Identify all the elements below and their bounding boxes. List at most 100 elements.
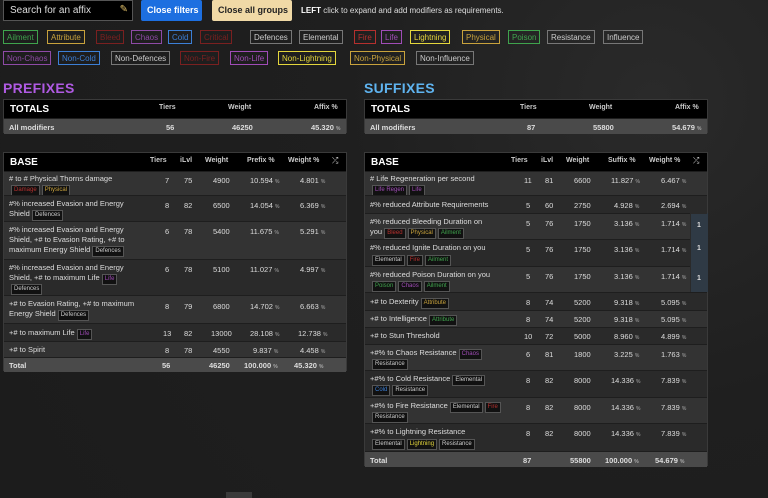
filter-cold[interactable]: Cold — [168, 30, 193, 44]
table-row[interactable]: #% increased Evasion and Energy Shield D… — [4, 195, 346, 222]
filter-critical[interactable]: Critical — [200, 30, 233, 44]
close-all-groups-button[interactable]: Close all groups — [212, 0, 292, 21]
table-row[interactable]: #% increased Evasion and Energy Shield, … — [4, 259, 346, 296]
filter-non-cold[interactable]: Non-Cold — [58, 51, 100, 65]
filter-life[interactable]: Life — [381, 30, 402, 44]
pct-sign: % — [273, 364, 278, 370]
filter-ailment[interactable]: Ailment — [3, 30, 38, 44]
suffix-h-wpct[interactable]: Weight % — [649, 157, 680, 164]
filter-resistance[interactable]: Resistance — [547, 30, 595, 44]
pct-sign: % — [320, 349, 326, 355]
table-row[interactable]: #% increased Evasion and Energy Shield, … — [4, 221, 346, 260]
suffix-totals-label: TOTALS — [371, 104, 411, 115]
search-input[interactable]: Search for an affix ✎ — [3, 0, 133, 21]
tag-resistance: Resistance — [439, 439, 475, 450]
modifier-text: #% reduced Bleeding Duration on — [370, 217, 483, 226]
total-group-value: 100.000 — [605, 456, 633, 465]
filter-non-defences[interactable]: Non-Defences — [111, 51, 171, 65]
shuffle-icon[interactable]: ⤮ — [693, 156, 699, 166]
filter-non-chaos[interactable]: Non-Chaos — [3, 51, 52, 65]
table-row[interactable]: #% reduced Ignite Duration on you Elemen… — [365, 239, 690, 267]
table-row[interactable]: # Life Regeneration per second Life Rege… — [365, 171, 707, 196]
filter-poison[interactable]: Poison — [508, 30, 541, 44]
table-row[interactable]: #% reduced Bleeding Duration on you Blee… — [365, 213, 690, 240]
filter-physical[interactable]: Physical — [462, 30, 500, 44]
total-tiers: 56 — [162, 361, 171, 370]
filter-non-influence[interactable]: Non-Influence — [416, 51, 474, 65]
prefix-totals-affix-pct: % — [336, 126, 341, 132]
filter-influence[interactable]: Influence — [603, 30, 644, 44]
prefix-h-wpct[interactable]: Weight % — [288, 157, 319, 164]
table-row[interactable]: #% reduced Poison Duration on you Poison… — [365, 266, 690, 293]
table-row[interactable]: +# to Stun Threshold 10 72 5000 8.960 % … — [365, 327, 707, 345]
filter-bleed[interactable]: Bleed — [96, 30, 125, 44]
prefix-totals-weight: 46250 — [232, 123, 253, 132]
prefix-h-group[interactable]: Prefix % — [247, 157, 275, 164]
filter-attribute[interactable]: Attribute — [47, 30, 85, 44]
filter-defences[interactable]: Defences — [250, 30, 292, 44]
prefix-h-weight[interactable]: Weight — [205, 157, 228, 164]
table-row[interactable]: #% reduced Attribute Requirements 5 60 2… — [365, 195, 707, 214]
table-row[interactable]: # to # Physical Thorns damage Damage Phys… — [4, 171, 346, 196]
weight-pct-value: 2.694 — [661, 201, 680, 210]
group-count[interactable]: 1 — [697, 222, 701, 229]
filter-non-fire[interactable]: Non-Fire — [180, 51, 220, 65]
table-row[interactable]: +# to Intelligence Attribute 8 74 5200 9… — [365, 310, 707, 328]
weight-pct: 2.694 % — [661, 201, 686, 210]
weight-pct-value: 1.714 — [661, 245, 680, 254]
filter-lightning[interactable]: Lightning — [410, 30, 451, 44]
table-row[interactable]: +#% to Cold Resistance Elemental Cold Res… — [365, 370, 707, 398]
pct-sign: % — [635, 179, 640, 185]
tag-cold: Cold — [372, 385, 391, 396]
total-wpct: 54.679 % — [655, 456, 685, 465]
pct-sign: % — [681, 379, 687, 385]
ilvl: 78 — [184, 265, 193, 274]
tag-life: Life — [101, 274, 118, 285]
group-pct-value: 9.318 — [614, 315, 633, 324]
filter-non-lightning[interactable]: Non-Lightning — [278, 51, 336, 65]
pct-sign: % — [323, 332, 328, 338]
suffix-totals-row: All modifiers 87 55800 54.679 % — [365, 118, 707, 134]
table-row[interactable]: +# to Evasion Rating, +# to maximum Ener… — [4, 295, 346, 324]
table-row[interactable]: +#% to Chaos Resistance Chaos Resistance… — [365, 344, 707, 371]
table-row[interactable]: +# to Dexterity Attribute 8 74 5200 9.31… — [365, 292, 707, 311]
filter-elemental[interactable]: Elemental — [299, 30, 343, 44]
prefix-totals-header: TOTALS Tiers Weight Affix % — [4, 100, 346, 118]
group-pct: 4.928 % — [614, 201, 639, 210]
pct-sign: % — [634, 301, 640, 307]
prefix-totals-tiers: 56 — [166, 123, 175, 132]
modifier-text-line: +# to maximum Life — [9, 328, 75, 337]
shuffle-icon[interactable]: ⤮ — [332, 156, 338, 166]
group-count[interactable]: 1 — [697, 275, 701, 282]
weight-pct-value: 5.095 — [661, 298, 680, 307]
ilvl: 76 — [545, 219, 554, 228]
table-row[interactable]: +# to Spirit 8 78 4550 9.837 % 4.458 % — [4, 341, 346, 358]
modifier-text-2: Energy Shield Defences — [9, 309, 91, 321]
prefix-h-tiers[interactable]: Tiers — [150, 157, 167, 164]
filter-non-life[interactable]: Non-Life — [230, 51, 269, 65]
filter-chaos[interactable]: Chaos — [131, 30, 163, 44]
prefix-base-label: BASE — [10, 157, 38, 168]
suffix-h-ilvl[interactable]: iLvl — [541, 157, 553, 164]
weight: 5200 — [574, 315, 591, 324]
prefix-h-ilvl[interactable]: iLvl — [180, 157, 192, 164]
table-row[interactable]: +#% to Lightning Resistance Elemental Lig… — [365, 423, 707, 452]
group-pct: 28.108 % — [250, 329, 280, 338]
prefix-totals-row-label: All modifiers — [9, 123, 55, 132]
suffix-h-tiers[interactable]: Tiers — [511, 157, 528, 164]
scroll-handle[interactable] — [226, 492, 252, 498]
table-row[interactable]: +# to maximum Life Life 13 82 13000 28.1… — [4, 323, 346, 342]
filter-non-physical[interactable]: Non-Physical — [350, 51, 406, 65]
modifier-text-3: maximum Energy Shield Defences — [9, 245, 126, 257]
filter-fire[interactable]: Fire — [354, 30, 376, 44]
modifier-tags: Elemental Lightning Resistance — [372, 438, 477, 450]
pct-sign: % — [320, 230, 326, 236]
suffix-h-group[interactable]: Suffix % — [608, 157, 636, 164]
group-count[interactable]: 1 — [697, 245, 701, 252]
weight: 8000 — [574, 403, 591, 412]
pct-sign: % — [681, 406, 687, 412]
ilvl: 74 — [545, 315, 554, 324]
suffix-h-weight[interactable]: Weight — [566, 157, 589, 164]
close-filters-button[interactable]: Close filters — [141, 0, 202, 21]
table-row[interactable]: +#% to Fire Resistance Elemental Fire Res… — [365, 397, 707, 424]
